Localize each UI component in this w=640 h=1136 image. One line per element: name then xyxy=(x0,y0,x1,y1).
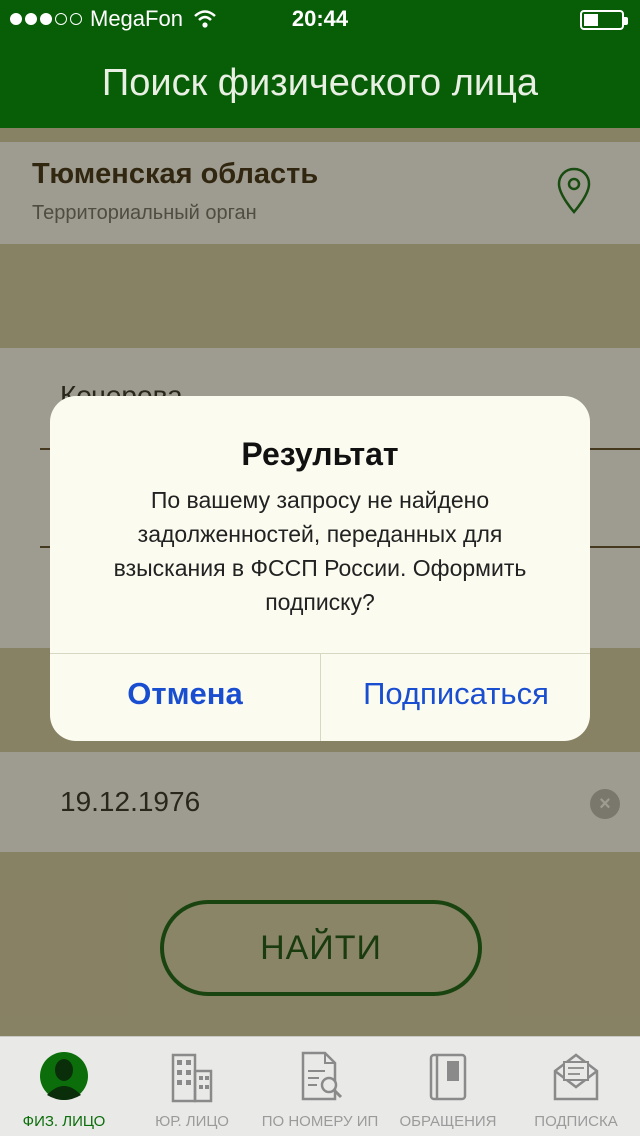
tab-bar: ФИЗ. ЛИЦО ЮР. ЛИЦО ПО НОМЕРУ ИП ОБРАЩЕНИ… xyxy=(0,1036,640,1136)
navigation-bar: Поиск физического лица xyxy=(0,40,640,128)
alert-message: По вашему запросу не найдено задолженнос… xyxy=(113,487,527,615)
status-bar: MegaFon 20:44 xyxy=(0,0,640,40)
page-title: Поиск физического лица xyxy=(101,62,539,104)
battery-icon xyxy=(580,10,628,30)
envelope-icon xyxy=(553,1053,599,1101)
status-time: 20:44 xyxy=(291,6,349,31)
alert-title: Результат xyxy=(241,436,399,472)
tab-label: ЮР. ЛИЦО xyxy=(155,1113,229,1130)
tab-legal-entity[interactable]: ЮР. ЛИЦО xyxy=(128,1037,256,1136)
tab-individual[interactable]: ФИЗ. ЛИЦО xyxy=(0,1037,128,1136)
tab-label: ОБРАЩЕНИЯ xyxy=(399,1113,497,1130)
tab-appeals[interactable]: ОБРАЩЕНИЯ xyxy=(384,1037,512,1136)
book-icon xyxy=(429,1053,467,1101)
person-icon xyxy=(40,1052,88,1100)
tab-label: ПО НОМЕРУ ИП xyxy=(261,1113,379,1130)
tab-subscription[interactable]: ПОДПИСКА xyxy=(512,1037,640,1136)
building-icon xyxy=(171,1053,213,1103)
result-alert-dialog: Результат По вашему запросу не найдено з… xyxy=(50,396,590,741)
cancel-button[interactable]: Отмена xyxy=(50,654,320,741)
document-search-icon xyxy=(301,1051,343,1101)
tab-by-case-number[interactable]: ПО НОМЕРУ ИП xyxy=(256,1037,384,1136)
tab-label: ФИЗ. ЛИЦО xyxy=(22,1113,106,1130)
tab-label: ПОДПИСКА xyxy=(534,1113,618,1130)
subscribe-button[interactable]: Подписаться xyxy=(321,654,590,741)
